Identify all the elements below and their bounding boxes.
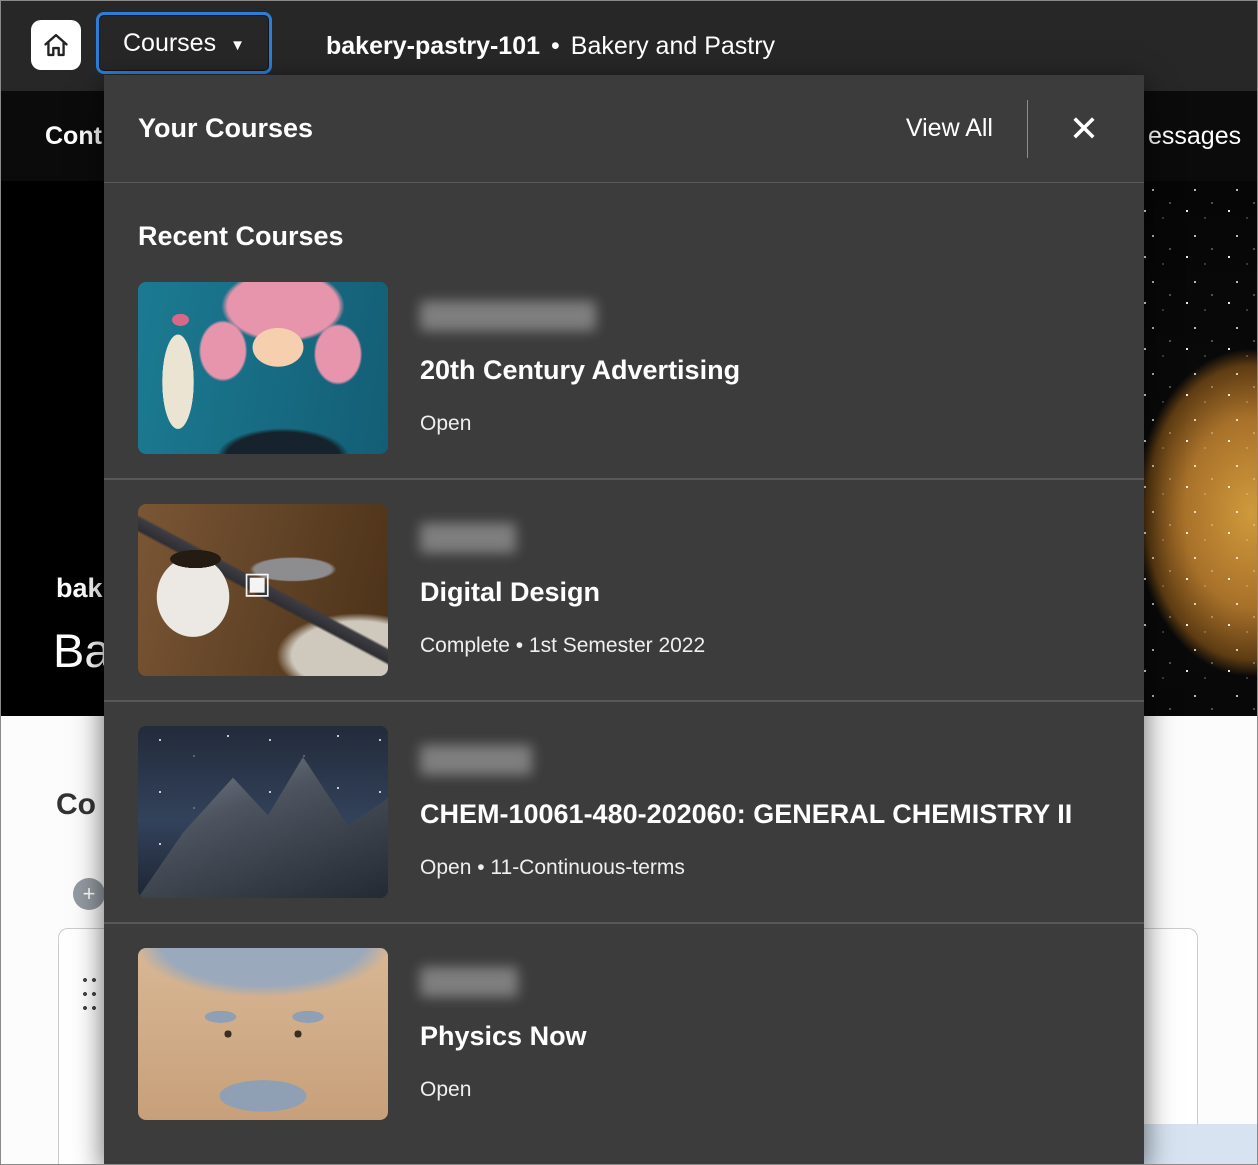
course-thumbnail-chemistry [138,726,388,898]
courses-menu-button[interactable]: Courses ▼ [96,12,272,74]
home-icon [42,31,70,59]
background-panel [1144,1124,1258,1165]
course-id-blurred [420,745,532,775]
tab-messages[interactable]: essages [1148,91,1241,181]
close-icon: ✕ [1069,108,1099,150]
breadcrumb-separator: • [551,32,560,61]
breadcrumb-course-name: Bakery and Pastry [571,32,775,61]
course-id-blurred [420,301,596,331]
course-status: Complete • 1st Semester 2022 [420,634,705,658]
banner-pastry-image [1139,181,1257,716]
courses-flyout-panel: Your Courses View All ✕ Recent Courses 2… [104,75,1144,1165]
close-button[interactable]: ✕ [1058,100,1110,158]
banner-course-name-partial: Ba [53,623,111,678]
course-title[interactable]: Physics Now [420,1021,587,1052]
header-divider [1027,100,1028,158]
page: Co + bak Ba Cont essages Courses [0,0,1258,1165]
course-info: Physics Now Open [420,967,587,1102]
tab-content-label: Cont [45,122,102,151]
course-thumbnail-advertising [138,282,388,454]
flyout-header: Your Courses View All ✕ [104,75,1144,183]
image-placeholder-icon: ▣ [243,569,271,599]
course-title[interactable]: CHEM-10061-480-202060: GENERAL CHEMISTRY… [420,799,1072,830]
course-id-blurred [420,523,516,553]
course-status: Open • 11-Continuous-terms [420,856,1072,880]
course-row-physics[interactable]: Physics Now Open [104,924,1144,1144]
course-row-advertising[interactable]: 20th Century Advertising Open [104,258,1144,480]
home-button[interactable] [31,20,81,70]
banner-course-id-partial: bak [56,573,103,604]
content-heading-partial: Co [56,788,96,822]
course-info: Digital Design Complete • 1st Semester 2… [420,523,705,658]
view-all-link[interactable]: View All [906,114,993,143]
tab-messages-label: essages [1148,122,1241,151]
flyout-title: Your Courses [138,113,313,144]
course-title[interactable]: Digital Design [420,577,705,608]
course-info: CHEM-10061-480-202060: GENERAL CHEMISTRY… [420,745,1072,880]
plus-icon: + [83,881,96,907]
course-row-chemistry[interactable]: CHEM-10061-480-202060: GENERAL CHEMISTRY… [104,702,1144,924]
course-thumbnail-digital-design: ▣ [138,504,388,676]
course-row-digital-design[interactable]: ▣ Digital Design Complete • 1st Semester… [104,480,1144,702]
course-thumbnail-physics [138,948,388,1120]
courses-button-label: Courses [123,29,216,58]
course-title[interactable]: 20th Century Advertising [420,355,740,386]
breadcrumb-course-id: bakery-pastry-101 [326,32,540,61]
tab-content[interactable]: Cont [45,91,102,181]
course-info: 20th Century Advertising Open [420,301,740,436]
course-id-blurred [420,967,518,997]
add-content-button[interactable]: + [73,878,105,910]
chevron-down-icon: ▼ [230,38,245,53]
course-status: Open [420,1078,587,1102]
recent-courses-heading: Recent Courses [138,221,1110,252]
course-list: 20th Century Advertising Open ▣ Digital … [104,258,1144,1144]
course-status: Open [420,412,740,436]
drag-handle-icon[interactable] [82,977,100,1019]
